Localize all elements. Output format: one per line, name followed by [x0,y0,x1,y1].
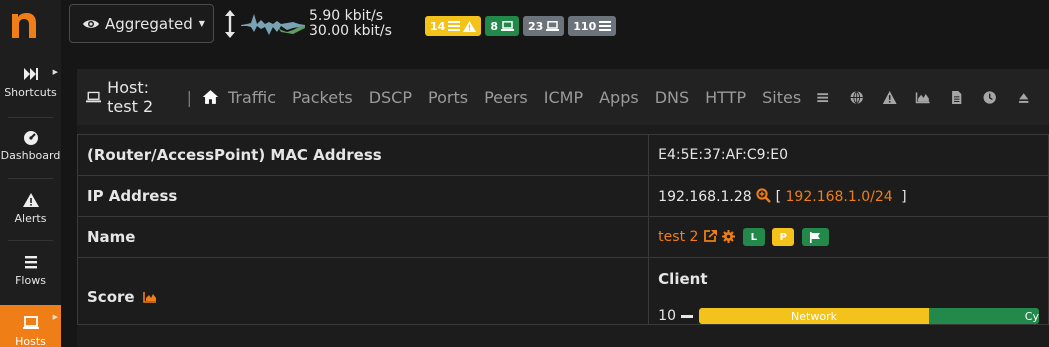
warning-icon[interactable] [882,88,897,107]
ntopng-logo[interactable] [8,6,40,40]
minus-icon [681,314,693,318]
remote-hosts-badge[interactable]: 23 [522,16,565,36]
laptop-icon [546,21,560,31]
score-label: Score [87,288,135,306]
sidebar-item-label: Alerts [14,212,47,225]
score-bar-cybersecurity: Cy [929,308,1039,324]
tab-icmp[interactable]: ICMP [544,88,583,107]
list-icon[interactable] [815,88,830,107]
table-row: Score Client 10 Network Cy [76,257,1049,325]
sidebar-item-shortcuts[interactable]: ▶ Shortcuts [0,66,61,99]
eject-icon[interactable] [1016,88,1031,107]
name-label: Name [76,216,650,258]
area-chart-icon[interactable] [915,88,931,107]
sidebar: ▶ Shortcuts Dashboard Alerts Flows ▶ Hos… [0,0,61,347]
throughput-readout: 5.90 kbit/s 30.00 kbit/s [309,9,392,39]
ip-cell: 192.168.1.28 [ 192.168.1.0/24 ] [648,175,1049,217]
local-hosts-badge[interactable]: 8 [485,16,519,36]
laptop-icon [86,91,102,103]
area-chart-icon[interactable] [143,291,157,303]
flag-icon [810,231,821,243]
chevron-down-icon: ▼ [198,19,205,28]
mac-label: (Router/AccessPoint) MAC Address [76,134,650,176]
ip-label: IP Address [76,175,650,217]
warning-icon [22,193,39,207]
host-subnav: Host: test 2 | Traffic Packets DSCP Port… [77,69,1049,125]
host-name-link[interactable]: test 2 [658,229,698,245]
name-cell: test 2 L P [648,216,1049,258]
host-title-label: Host: test 2 [107,78,154,116]
tab-packets[interactable]: Packets [292,88,353,107]
host-title: Host: test 2 [86,78,178,116]
client-score-value: 10 [658,308,676,324]
score-breakdown-bar: Network Cy [699,308,1039,324]
ip-network-link[interactable]: 192.168.1.0/24 [786,189,893,205]
score-label-cell: Score [76,257,650,325]
gauge-icon [23,131,38,145]
sidebar-divider [8,178,53,179]
tab-dscp[interactable]: DSCP [369,88,412,107]
sidebar-item-label: Shortcuts [4,86,57,99]
sidebar-item-label: Flows [15,274,46,287]
bracket-close: ] [901,188,907,205]
tab-traffic[interactable]: Traffic [228,88,276,107]
gear-icon[interactable] [722,230,736,243]
list-icon [599,21,612,31]
tab-peers[interactable]: Peers [484,88,528,107]
caret-right-icon: ▶ [52,68,58,76]
sidebar-item-flows[interactable]: Flows [0,254,61,287]
clock-icon[interactable] [982,88,997,107]
list-icon [448,21,461,31]
rate-download: 30.00 kbit/s [309,23,392,39]
client-score-cell: Client 10 Network Cy [648,257,1049,325]
client-title: Client [658,270,708,288]
private-host-badge: P [772,228,795,246]
bars-icon [24,256,37,269]
caret-right-icon: ▶ [52,313,58,321]
local-host-badge: L [742,228,765,246]
traffic-sparkline [241,14,305,35]
sidebar-item-label: Hosts [15,335,46,347]
alerts-flows-badge[interactable]: 14 [425,16,482,36]
client-score-line: 10 Network Cy [658,308,1039,324]
up-down-arrow-icon [225,10,235,38]
globe-icon[interactable] [849,88,864,107]
subnav-divider: | [186,87,192,107]
warning-icon [463,20,477,32]
mac-value: E4:5E:37:AF:C9:E0 [648,134,1049,176]
tab-http[interactable]: HTTP [705,88,746,107]
flag-badge [801,228,829,246]
table-row: IP Address 192.168.1.28 [ 192.168.1.0/24… [76,175,1049,217]
status-badges: 14 8 23 110 [425,16,617,36]
external-link-icon[interactable] [703,229,718,243]
host-details-panel: Host: test 2 | Traffic Packets DSCP Port… [76,69,1049,347]
document-icon[interactable] [949,88,964,107]
sidebar-item-hosts[interactable]: ▶ Hosts [0,305,61,347]
tab-ports[interactable]: Ports [428,88,468,107]
table-row: (Router/AccessPoint) MAC Address E4:5E:3… [76,134,1049,176]
view-selector-dropdown[interactable]: Aggregated ▼ [69,4,214,43]
tab-dns[interactable]: DNS [655,88,689,107]
bracket-open: [ [775,188,782,205]
eye-icon [83,19,99,28]
flows-badge[interactable]: 110 [568,16,617,36]
home-icon[interactable] [202,87,219,107]
fast-forward-icon [23,68,38,80]
search-plus-icon[interactable] [756,187,771,203]
rate-upload: 5.90 kbit/s [309,8,384,24]
tab-apps[interactable]: Apps [599,88,639,107]
table-row: Name test 2 L P [76,216,1049,258]
view-selector-label: Aggregated [105,14,193,33]
sidebar-item-label: Dashboard [0,149,61,162]
sidebar-divider [8,117,53,118]
laptop-icon [22,316,39,329]
laptop-icon [500,21,514,31]
sidebar-divider [8,240,53,241]
sidebar-item-dashboard[interactable]: Dashboard [0,129,61,162]
sidebar-item-alerts[interactable]: Alerts [0,192,61,225]
tab-sites[interactable]: Sites [762,88,801,107]
ip-value: 192.168.1.28 [658,188,752,205]
score-bar-network: Network [699,308,929,324]
host-info-table: (Router/AccessPoint) MAC Address E4:5E:3… [76,134,1049,325]
